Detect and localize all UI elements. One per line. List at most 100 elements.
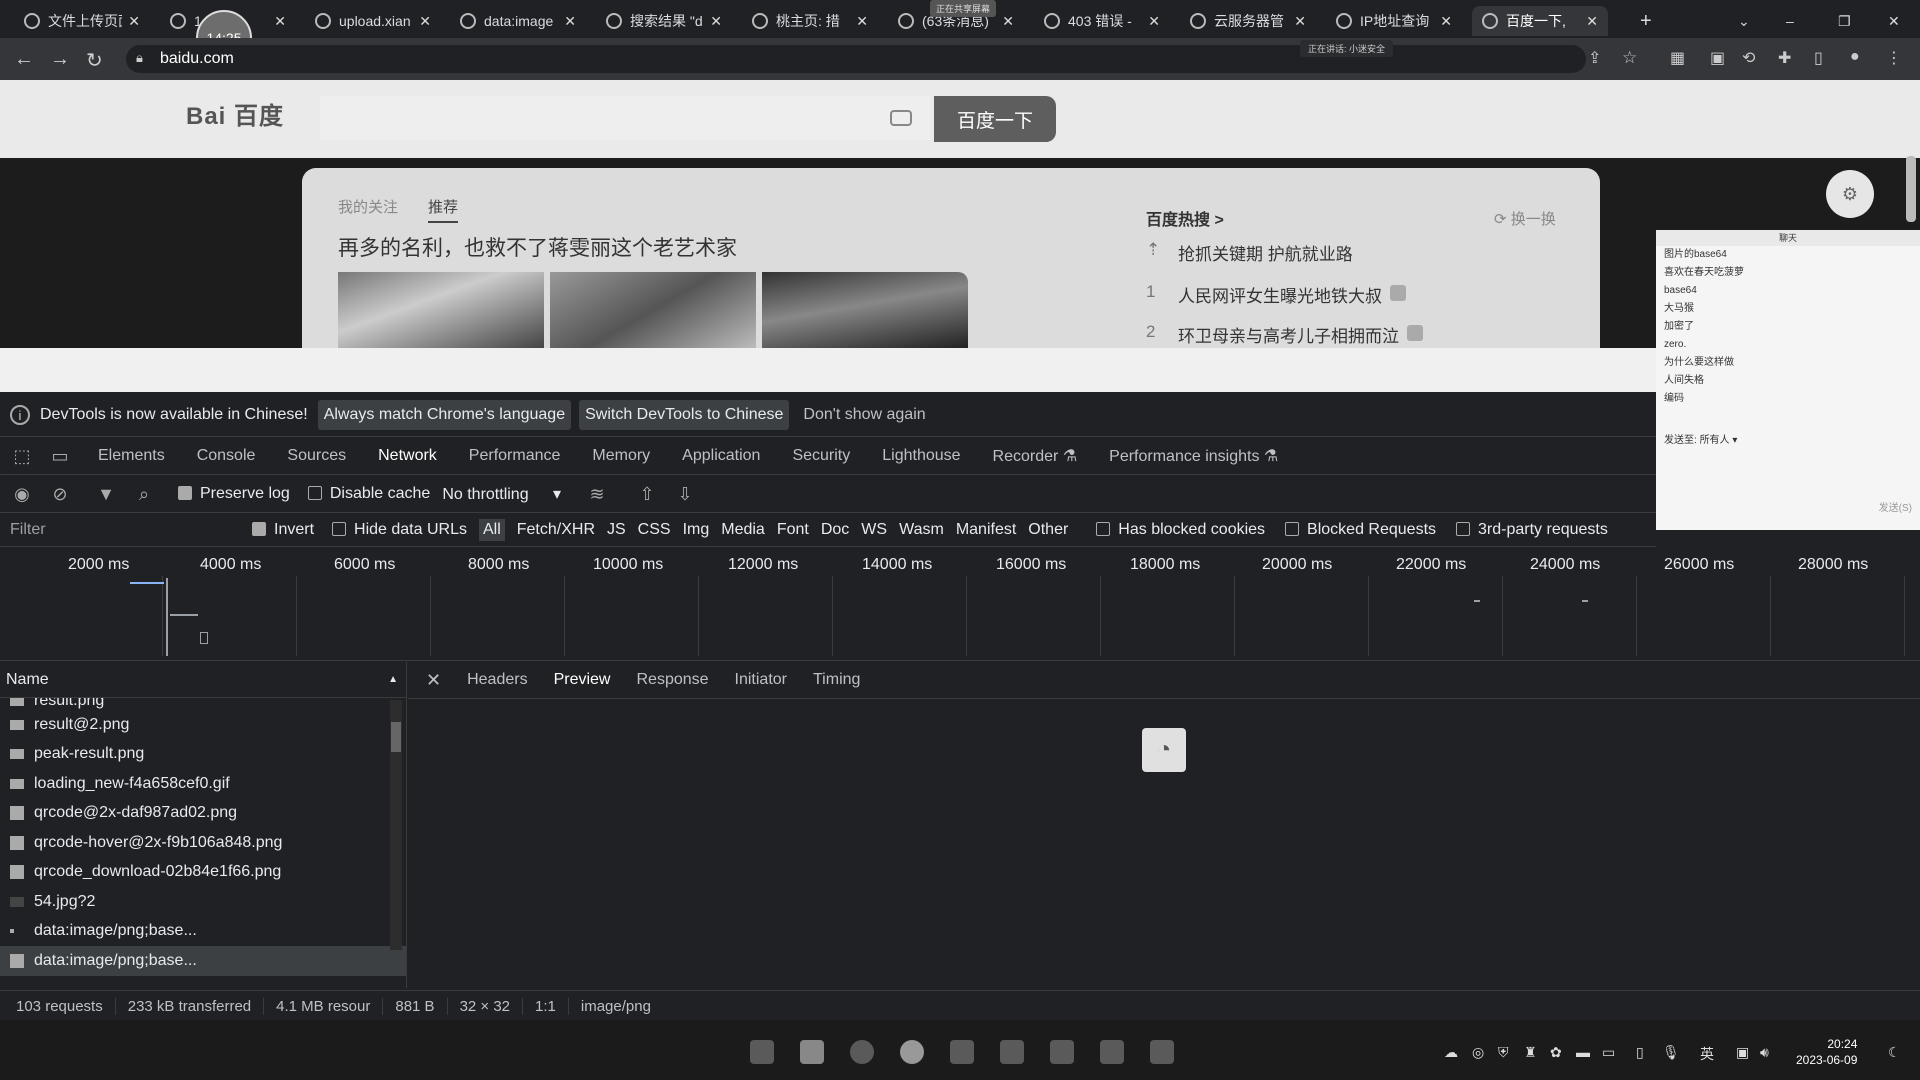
close-icon[interactable]: ✕ xyxy=(426,670,441,691)
close-icon[interactable]: ✕ xyxy=(419,13,431,30)
browser-tab[interactable]: IP地址查询 ✕ xyxy=(1326,6,1462,36)
hide-data-urls-checkbox[interactable]: Hide data URLs xyxy=(332,521,467,539)
shield-icon[interactable]: ⛨ xyxy=(1498,1044,1509,1061)
battery-icon[interactable]: ▯ xyxy=(1636,1044,1644,1061)
request-row[interactable]: qrcode-hover@2x-f9b106a848.png xyxy=(0,828,406,858)
browser-tab[interactable]: data:image ✕ xyxy=(450,6,586,36)
close-icon[interactable]: ✕ xyxy=(856,13,868,30)
forward-icon[interactable]: → xyxy=(50,48,70,71)
filter-type-fetch[interactable]: Fetch/XHR xyxy=(517,521,595,539)
tab-timing[interactable]: Timing xyxy=(813,671,860,689)
scrollbar-thumb[interactable] xyxy=(391,722,401,752)
edge-icon[interactable] xyxy=(850,1040,874,1064)
reload-icon[interactable]: ↻ xyxy=(86,48,103,73)
minimize-button[interactable]: – xyxy=(1776,6,1806,36)
request-row[interactable]: peak-result.png xyxy=(0,740,406,770)
puzzle-icon[interactable]: ✚ xyxy=(1778,48,1791,68)
filter-type-doc[interactable]: Doc xyxy=(821,521,849,539)
switch-chinese-button[interactable]: Switch DevTools to Chinese xyxy=(579,400,790,430)
request-row[interactable]: qrcode@2x-daf987ad02.png xyxy=(0,799,406,829)
input-language[interactable]: 英 xyxy=(1700,1044,1714,1064)
filter-type-ws[interactable]: WS xyxy=(861,521,887,539)
hot-item[interactable]: 1 人民网评女生曝光地铁大叔 xyxy=(1146,282,1406,307)
tab-performance[interactable]: Performance xyxy=(469,447,561,465)
browser-tab[interactable]: 搜索结果 "d ✕ xyxy=(596,6,732,36)
tab-headers[interactable]: Headers xyxy=(467,671,527,689)
request-row[interactable]: loading_new-f4a658cef0.gif xyxy=(0,769,406,799)
network-icon[interactable]: ▣ xyxy=(1736,1044,1749,1061)
baidu-logo[interactable]: Bai 百度 xyxy=(186,96,284,131)
camera-icon[interactable] xyxy=(890,110,912,126)
photos-icon[interactable] xyxy=(1050,1040,1074,1064)
tab-network[interactable]: Network xyxy=(378,447,437,465)
tab-security[interactable]: Security xyxy=(792,447,850,465)
phpstorm-icon[interactable] xyxy=(950,1040,974,1064)
invert-checkbox[interactable]: Invert xyxy=(252,521,314,539)
record-icon[interactable]: ◉ xyxy=(12,484,32,505)
volume-icon[interactable]: 🔊︎ xyxy=(1760,1044,1769,1061)
tab-sources[interactable]: Sources xyxy=(287,447,346,465)
import-har-icon[interactable]: ⇧ xyxy=(637,484,657,505)
start-icon[interactable] xyxy=(750,1040,774,1064)
menu-icon[interactable]: ⋮ xyxy=(1886,48,1902,68)
third-party-checkbox[interactable]: 3rd-party requests xyxy=(1456,521,1608,539)
tab-search-icon[interactable]: ⌄ xyxy=(1728,6,1758,36)
settings-gear-icon[interactable]: ⚙ xyxy=(1826,170,1874,218)
hot-item[interactable]: 2 环卫母亲与高考儿子相拥而泣 xyxy=(1146,322,1423,347)
search-icon[interactable]: ⌕ xyxy=(134,484,154,505)
blocked-requests-checkbox[interactable]: Blocked Requests xyxy=(1285,521,1436,539)
tab-elements[interactable]: Elements xyxy=(98,447,165,465)
request-row[interactable]: data:image/png;base... xyxy=(0,917,406,947)
page-scrollbar[interactable] xyxy=(1906,156,1916,222)
browser-tab[interactable]: 云服务器管 ✕ xyxy=(1180,6,1316,36)
share-icon[interactable]: ⇪ xyxy=(1588,48,1601,68)
dont-show-again-link[interactable]: Don't show again xyxy=(803,406,925,424)
request-row[interactable]: 54.jpg?2 xyxy=(0,887,406,917)
filter-type-img[interactable]: Img xyxy=(683,521,710,539)
news-photo[interactable] xyxy=(762,272,968,348)
profile-icon[interactable]: ● xyxy=(1850,48,1860,66)
request-row[interactable]: qrcode_download-02b84e1f66.png xyxy=(0,858,406,888)
search-button[interactable]: 百度一下 xyxy=(934,96,1056,142)
chrome-icon[interactable] xyxy=(900,1040,924,1064)
name-column-header[interactable]: Name ▲ xyxy=(0,662,406,698)
browser-tab-active[interactable]: 百度一下, ✕ xyxy=(1472,6,1608,36)
blocked-cookies-checkbox[interactable]: Has blocked cookies xyxy=(1096,521,1265,539)
close-icon[interactable]: ✕ xyxy=(564,13,576,30)
close-icon[interactable]: ✕ xyxy=(128,13,140,30)
close-icon[interactable]: ✕ xyxy=(1002,13,1014,30)
throttling-select[interactable]: No throttling ▾ xyxy=(442,484,561,504)
tab-preview[interactable]: Preview xyxy=(554,671,611,689)
browser-tab[interactable]: 403 错误 - ✕ xyxy=(1034,6,1170,36)
sidepanel-icon[interactable]: ▯ xyxy=(1814,48,1823,68)
filter-type-js[interactable]: JS xyxy=(607,521,626,539)
pane-splitter[interactable] xyxy=(406,662,407,988)
tab-application[interactable]: Application xyxy=(682,447,760,465)
close-icon[interactable]: ✕ xyxy=(1586,13,1598,30)
browser-tab[interactable]: upload.xian ✕ xyxy=(305,6,441,36)
filter-type-all[interactable]: All xyxy=(478,519,505,541)
hot-item[interactable]: ⇡ 抢抓关键期 护航就业路 xyxy=(1146,240,1353,265)
network-conditions-icon[interactable]: ≋ xyxy=(587,484,607,505)
match-language-button[interactable]: Always match Chrome's language xyxy=(317,400,572,430)
bookmark-star-icon[interactable]: ☆ xyxy=(1622,48,1637,68)
close-icon[interactable]: ✕ xyxy=(1440,13,1452,30)
tray-icon[interactable]: ▭ xyxy=(1602,1044,1615,1061)
tray-icon[interactable]: ♜ xyxy=(1524,1044,1537,1061)
app-icon[interactable] xyxy=(1000,1040,1024,1064)
tab-performance-insights[interactable]: Performance insights ⚗ xyxy=(1109,446,1278,466)
preserve-log-checkbox[interactable]: Preserve log xyxy=(178,485,290,503)
tab-lighthouse[interactable]: Lighthouse xyxy=(882,447,960,465)
filter-type-manifest[interactable]: Manifest xyxy=(956,521,1016,539)
browser-tab[interactable]: 文件上传页面✕ xyxy=(14,6,150,36)
extension-icon[interactable]: ▦ xyxy=(1670,48,1685,68)
request-list-scrollbar[interactable] xyxy=(390,700,402,950)
filter-type-media[interactable]: Media xyxy=(721,521,765,539)
hot-refresh-link[interactable]: ⟳ 换一换 xyxy=(1494,208,1556,229)
news-photo[interactable] xyxy=(338,272,544,348)
new-tab-button[interactable]: + xyxy=(1630,6,1660,36)
request-row[interactable]: result@2.png xyxy=(0,710,406,740)
send-to-select[interactable]: 所有人 xyxy=(1700,435,1730,446)
request-row-selected[interactable]: data:image/png;base... xyxy=(0,946,406,976)
export-har-icon[interactable]: ⇩ xyxy=(675,484,695,505)
